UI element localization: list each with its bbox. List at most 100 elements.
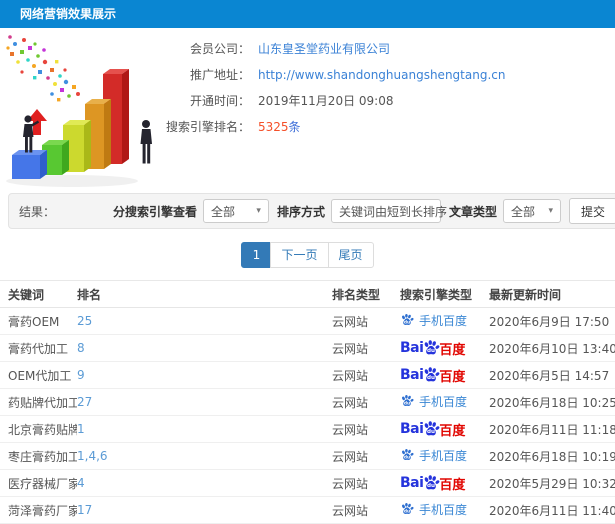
rank-type-cell: 云网站 xyxy=(332,496,400,524)
rank-type-cell: 云网站 xyxy=(332,334,400,362)
info-fields: 会员公司： 山东皇圣堂药业有限公司 推广地址： http://www.shand… xyxy=(150,40,505,144)
rank-cell[interactable]: 1,4,6 xyxy=(77,442,332,470)
baidu-paw-icon: du xyxy=(402,503,414,515)
engine-select[interactable]: 全部 ▾ xyxy=(202,199,269,223)
mobile-baidu-logo: du 手机百度 xyxy=(400,393,467,410)
svg-text:du: du xyxy=(427,483,435,489)
baidu-logo: Bai du 百度 xyxy=(400,475,466,493)
pagination: 1 下一页 尾页 xyxy=(0,242,615,268)
table-row: 膏药代加工 8 云网站 Bai du 百度 2020年6月10日 13:40 xyxy=(0,334,615,362)
rank-count-row: 搜索引擎排名： 5325条 xyxy=(150,118,505,135)
promo-url-label: 推广地址： xyxy=(189,68,250,82)
table-row: OEM代加工 9 云网站 Bai du 百度 2020年6月5日 14:57 xyxy=(0,361,615,389)
rank-type-cell: 云网站 xyxy=(332,307,400,335)
baidu-paw-icon: du xyxy=(425,367,440,382)
mobile-baidu-logo: du 手机百度 xyxy=(400,312,467,329)
blue-bar xyxy=(12,150,47,179)
baidu-paw-icon: du xyxy=(425,475,440,490)
open-time-value: 2019年11月20日 09:08 xyxy=(258,94,394,108)
baidu-paw-icon: du xyxy=(425,421,440,436)
filter-bar: 结果： 分搜索引擎查看 全部 ▾ 排序方式 关键词由短到长排序 ▾ 文章类型 全… xyxy=(8,193,615,229)
article-type-select[interactable]: 全部 ▾ xyxy=(502,199,561,223)
rank-type-cell: 云网站 xyxy=(332,388,400,416)
rank-cell[interactable]: 17 xyxy=(77,496,332,524)
rank-type-cell: 云网站 xyxy=(332,361,400,389)
filter-controls: 分搜索引擎查看 全部 ▾ 排序方式 关键词由短到长排序 ▾ 文章类型 全部 ▾ … xyxy=(105,198,615,224)
sort-select[interactable]: 关键词由短到长排序 ▾ xyxy=(330,199,458,223)
table-body: 膏药OEM 25 云网站 du 手机百度 2020年6月9日 17:50 膏药代加工 8 云… xyxy=(0,307,615,524)
page-button-1[interactable]: 1 xyxy=(241,242,272,268)
baidu-logo: Bai du 百度 xyxy=(400,421,466,439)
header-keyword: 关键词 xyxy=(0,280,77,308)
baidu-paw-icon: du xyxy=(402,449,414,461)
article-type-label: 文章类型 xyxy=(448,204,497,219)
baidu-paw-icon: du xyxy=(425,340,440,355)
svg-text:du: du xyxy=(404,455,410,461)
time-cell: 2020年6月11日 11:18 xyxy=(489,415,615,443)
confetti xyxy=(6,35,80,102)
table-row: 菏泽膏药厂家 17 云网站 du 手机百度 2020年6月11日 11:40 xyxy=(0,496,615,524)
svg-text:du: du xyxy=(404,509,410,515)
company-label: 会员公司： xyxy=(189,42,250,56)
results-table: 关键词 排名 排名类型 搜索引擎类型 最新更新时间 膏药OEM 25 云网站 du … xyxy=(0,280,615,524)
promo-url-link[interactable]: http://www.shandonghuangshengtang.cn xyxy=(258,68,505,82)
keyword-cell: 菏泽膏药厂家 xyxy=(0,496,77,524)
baidu-paw-icon: du xyxy=(402,395,414,407)
rank-count-number: 5325 xyxy=(258,120,289,134)
next-page-button[interactable]: 下一页 xyxy=(270,242,329,268)
keyword-cell: OEM代加工 xyxy=(0,361,77,389)
time-cell: 2020年6月11日 11:40 xyxy=(489,496,615,524)
engine-cell: du 手机百度 xyxy=(400,388,489,416)
engine-cell: du 手机百度 xyxy=(400,442,489,470)
info-section: 会员公司： 山东皇圣堂药业有限公司 推广地址： http://www.shand… xyxy=(0,28,615,193)
chevron-down-icon: ▾ xyxy=(548,206,553,216)
time-cell: 2020年6月5日 14:57 xyxy=(489,361,615,389)
mobile-baidu-logo: du 手机百度 xyxy=(400,501,467,518)
table-row: 药贴牌代加工 27 云网站 du 手机百度 2020年6月18日 10:25 xyxy=(0,388,615,416)
article-type-select-value: 全部 xyxy=(510,204,535,219)
rank-cell[interactable]: 8 xyxy=(77,334,332,362)
header-update-time: 最新更新时间 xyxy=(489,280,615,308)
sort-filter-label: 排序方式 xyxy=(276,204,325,219)
last-page-button[interactable]: 尾页 xyxy=(327,242,374,268)
baidu-paw-icon: du xyxy=(402,314,414,326)
company-link[interactable]: 山东皇圣堂药业有限公司 xyxy=(258,40,390,57)
rank-cell[interactable]: 4 xyxy=(77,469,332,497)
svg-text:du: du xyxy=(427,375,435,381)
engine-filter-label: 分搜索引擎查看 xyxy=(112,204,197,219)
rank-cell[interactable]: 9 xyxy=(77,361,332,389)
time-cell: 2020年5月29日 10:32 xyxy=(489,469,615,497)
chevron-down-icon: ▾ xyxy=(256,206,261,216)
keyword-cell: 药贴牌代加工 xyxy=(0,388,77,416)
table-row: 膏药OEM 25 云网站 du 手机百度 2020年6月9日 17:50 xyxy=(0,307,615,335)
time-cell: 2020年6月18日 10:19 xyxy=(489,442,615,470)
submit-button[interactable]: 提交 xyxy=(568,198,615,224)
time-cell: 2020年6月18日 10:25 xyxy=(489,388,615,416)
result-label: 结果： xyxy=(19,204,56,219)
keyword-cell: 枣庄膏药加工 xyxy=(0,442,77,470)
keyword-cell: 医疗器械厂家 xyxy=(0,469,77,497)
rank-type-cell: 云网站 xyxy=(332,442,400,470)
company-row: 会员公司： 山东皇圣堂药业有限公司 xyxy=(150,40,505,57)
svg-text:du: du xyxy=(404,320,410,326)
mobile-baidu-logo: du 手机百度 xyxy=(400,447,467,464)
table-row: 枣庄膏药加工 1,4,6 云网站 du 手机百度 2020年6月18日 10:19 xyxy=(0,442,615,470)
rank-count-unit: 条 xyxy=(288,120,301,134)
engine-cell: du 手机百度 xyxy=(400,307,489,335)
rank-cell[interactable]: 1 xyxy=(77,415,332,443)
engine-select-value: 全部 xyxy=(210,204,235,219)
rank-cell[interactable]: 27 xyxy=(77,388,332,416)
svg-text:du: du xyxy=(404,401,410,407)
keyword-cell: 膏药OEM xyxy=(0,307,77,335)
rank-cell[interactable]: 25 xyxy=(77,307,332,335)
engine-cell: Bai du 百度 xyxy=(400,415,489,443)
baidu-logo: Bai du 百度 xyxy=(400,340,466,358)
svg-text:du: du xyxy=(427,348,435,354)
keyword-cell: 北京膏药贴牌 xyxy=(0,415,77,443)
page-title: 网络营销效果展示 xyxy=(20,7,117,21)
header-rank-type: 排名类型 xyxy=(332,280,400,308)
open-time-row: 开通时间： 2019年11月20日 09:08 xyxy=(150,92,505,109)
promo-url-row: 推广地址： http://www.shandonghuangshengtang.… xyxy=(150,66,505,83)
engine-cell: du 手机百度 xyxy=(400,496,489,524)
svg-text:du: du xyxy=(427,429,435,435)
